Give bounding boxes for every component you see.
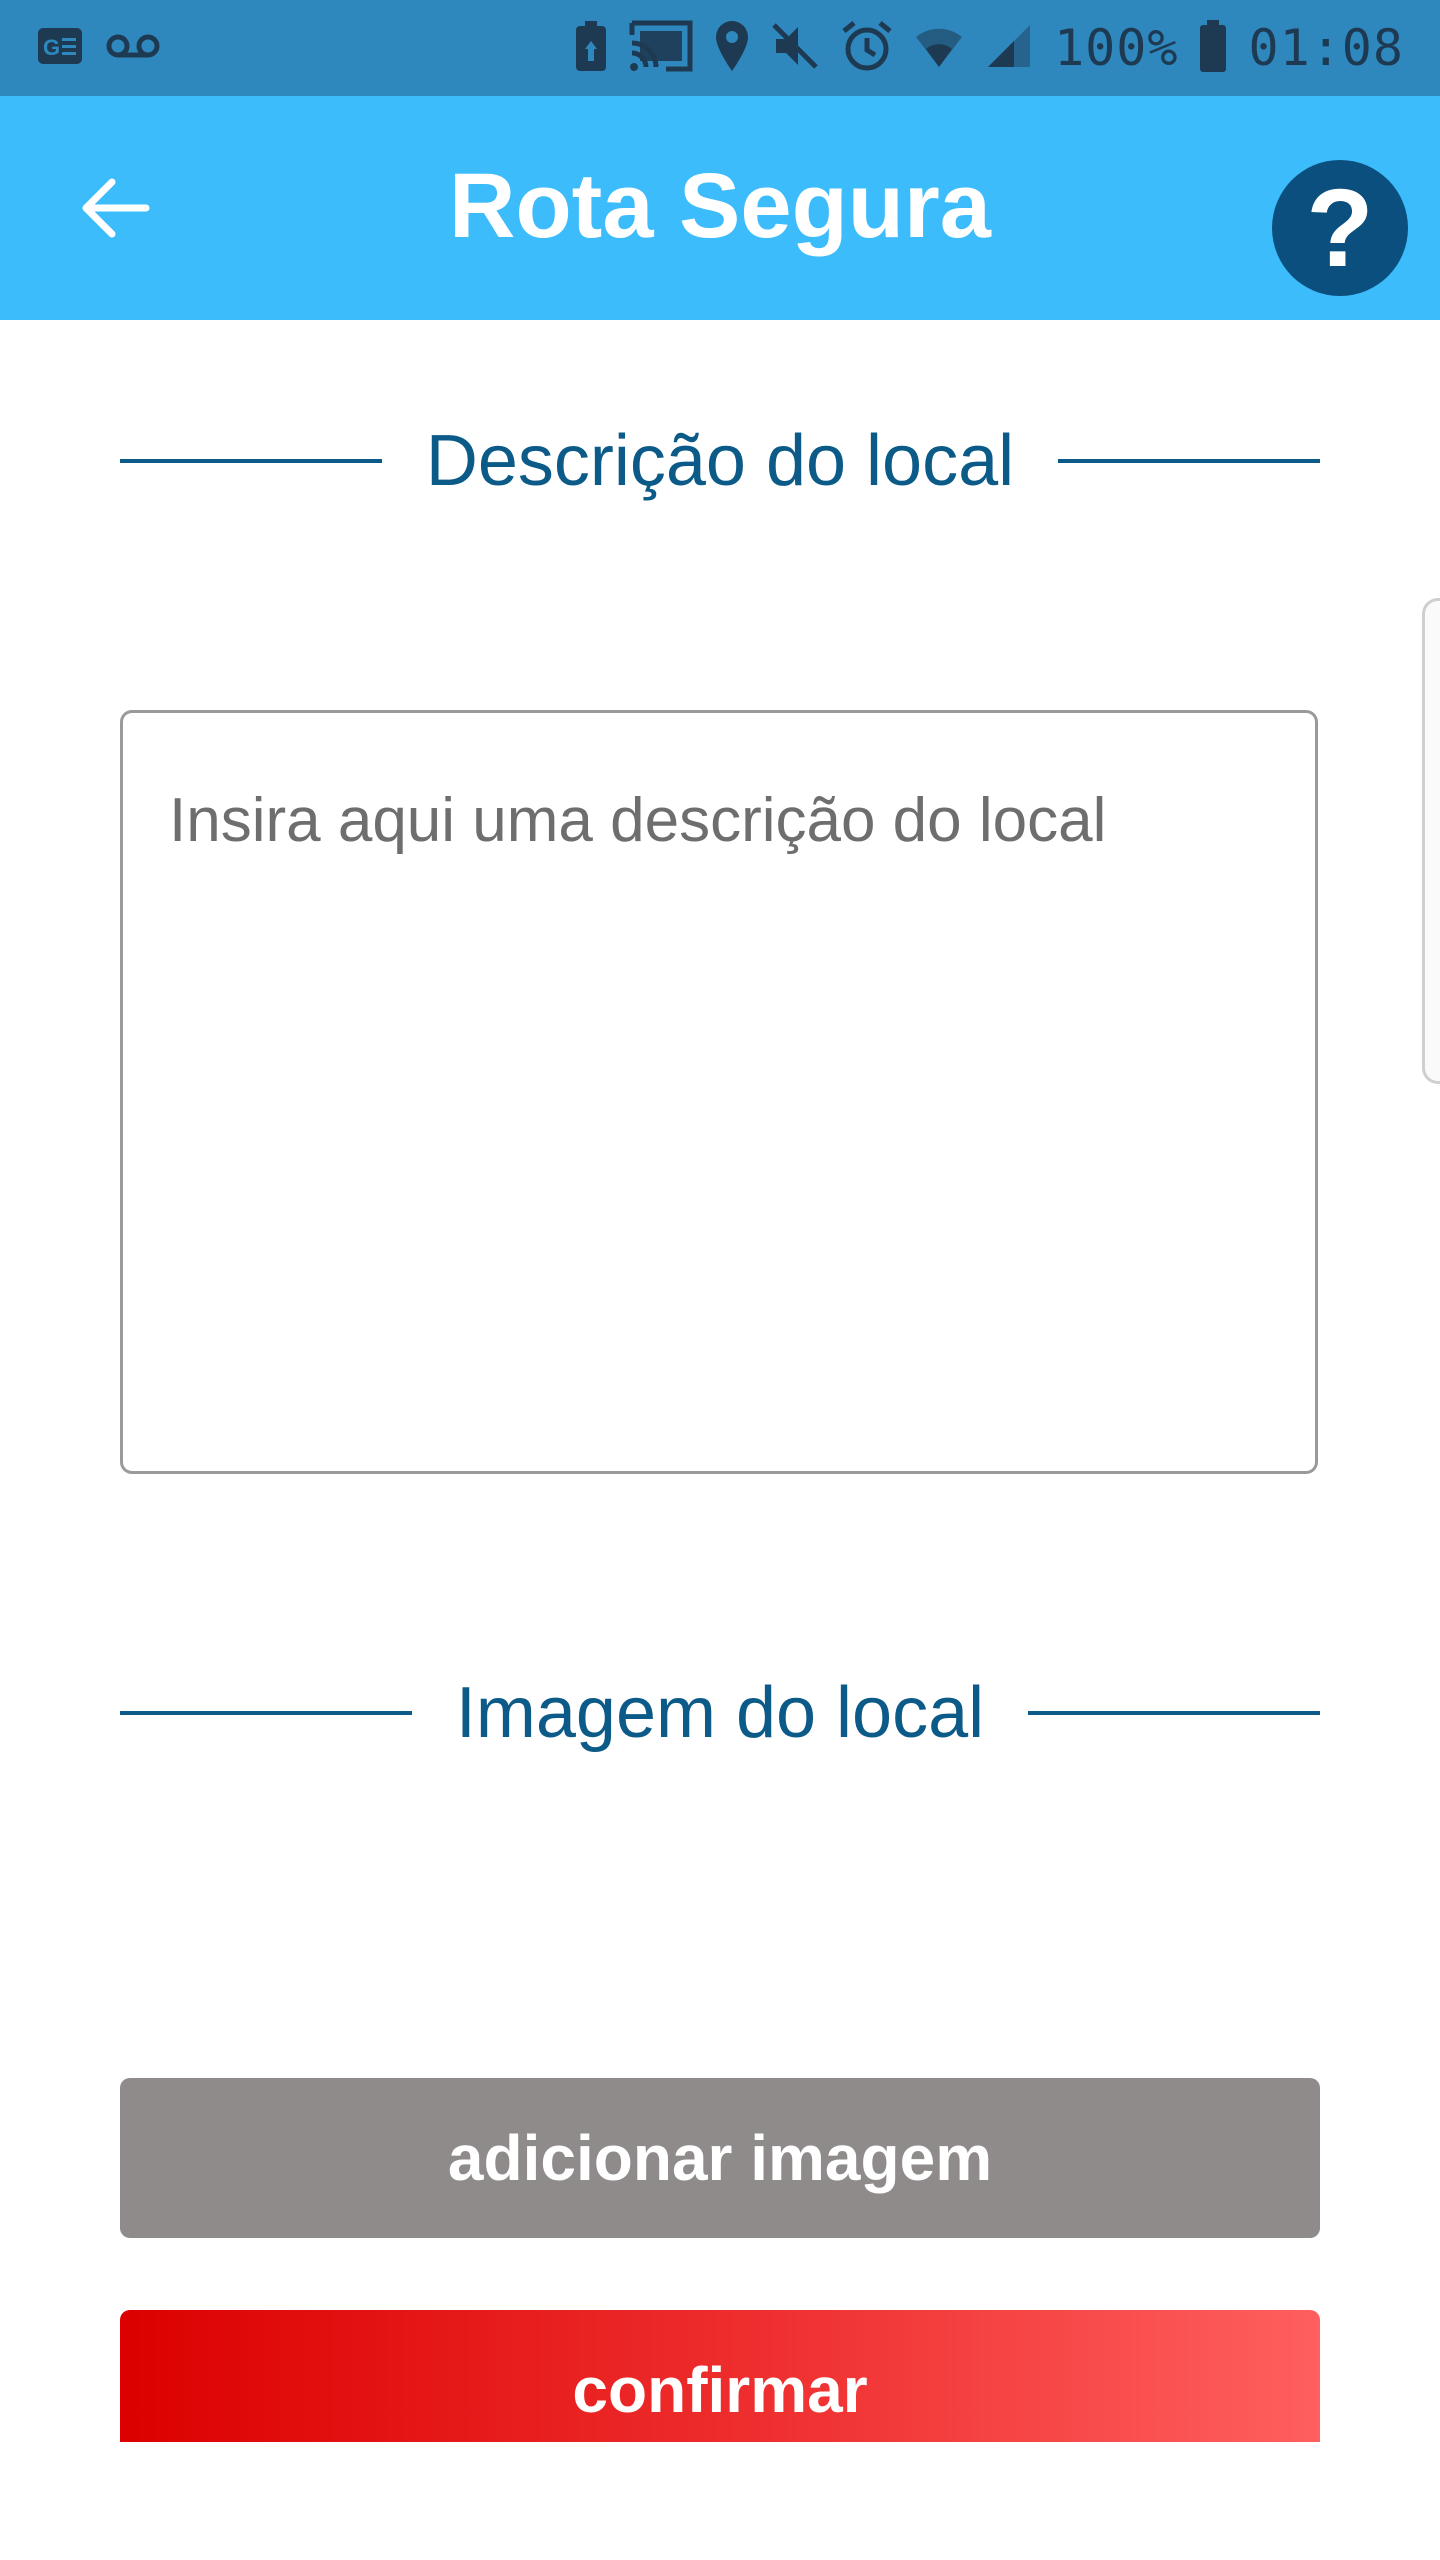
- add-image-button[interactable]: adicionar imagem: [120, 2078, 1320, 2238]
- image-section-header: Imagem do local: [120, 1672, 1321, 1754]
- voicemail-icon: [106, 31, 160, 66]
- mute-icon: [770, 21, 820, 76]
- wifi-icon: [914, 21, 964, 76]
- description-section-header: Descrição do local: [120, 420, 1320, 502]
- divider-left: [120, 1711, 412, 1715]
- help-button[interactable]: ?: [1272, 160, 1408, 296]
- clock: 01:08: [1248, 19, 1404, 77]
- question-mark-icon: ?: [1306, 166, 1374, 290]
- edge-panel-handle[interactable]: [1422, 598, 1440, 1084]
- cast-icon: [628, 19, 694, 78]
- description-input[interactable]: [120, 710, 1318, 1474]
- divider-right: [1028, 1711, 1321, 1715]
- description-section-title: Descrição do local: [425, 421, 1015, 501]
- confirm-button[interactable]: confirmar: [120, 2310, 1320, 2442]
- battery-saver-icon: [574, 19, 608, 78]
- status-bar-right: 100% 01:08: [574, 18, 1404, 78]
- signal-icon: [984, 21, 1034, 76]
- app-bar: Rota Segura ?: [0, 96, 1440, 320]
- news-icon: G: [36, 26, 84, 71]
- location-icon: [714, 19, 750, 78]
- divider-left: [120, 459, 382, 463]
- page-title: Rota Segura: [449, 155, 991, 257]
- battery-percent: 100%: [1054, 19, 1179, 77]
- battery-icon: [1198, 18, 1228, 79]
- divider-right: [1058, 459, 1320, 463]
- svg-text:G: G: [43, 35, 60, 60]
- image-section-title: Imagem do local: [455, 1673, 985, 1753]
- status-bar-left: G: [36, 26, 160, 71]
- status-bar: G 100% 01:08: [0, 0, 1440, 96]
- alarm-icon: [840, 19, 894, 78]
